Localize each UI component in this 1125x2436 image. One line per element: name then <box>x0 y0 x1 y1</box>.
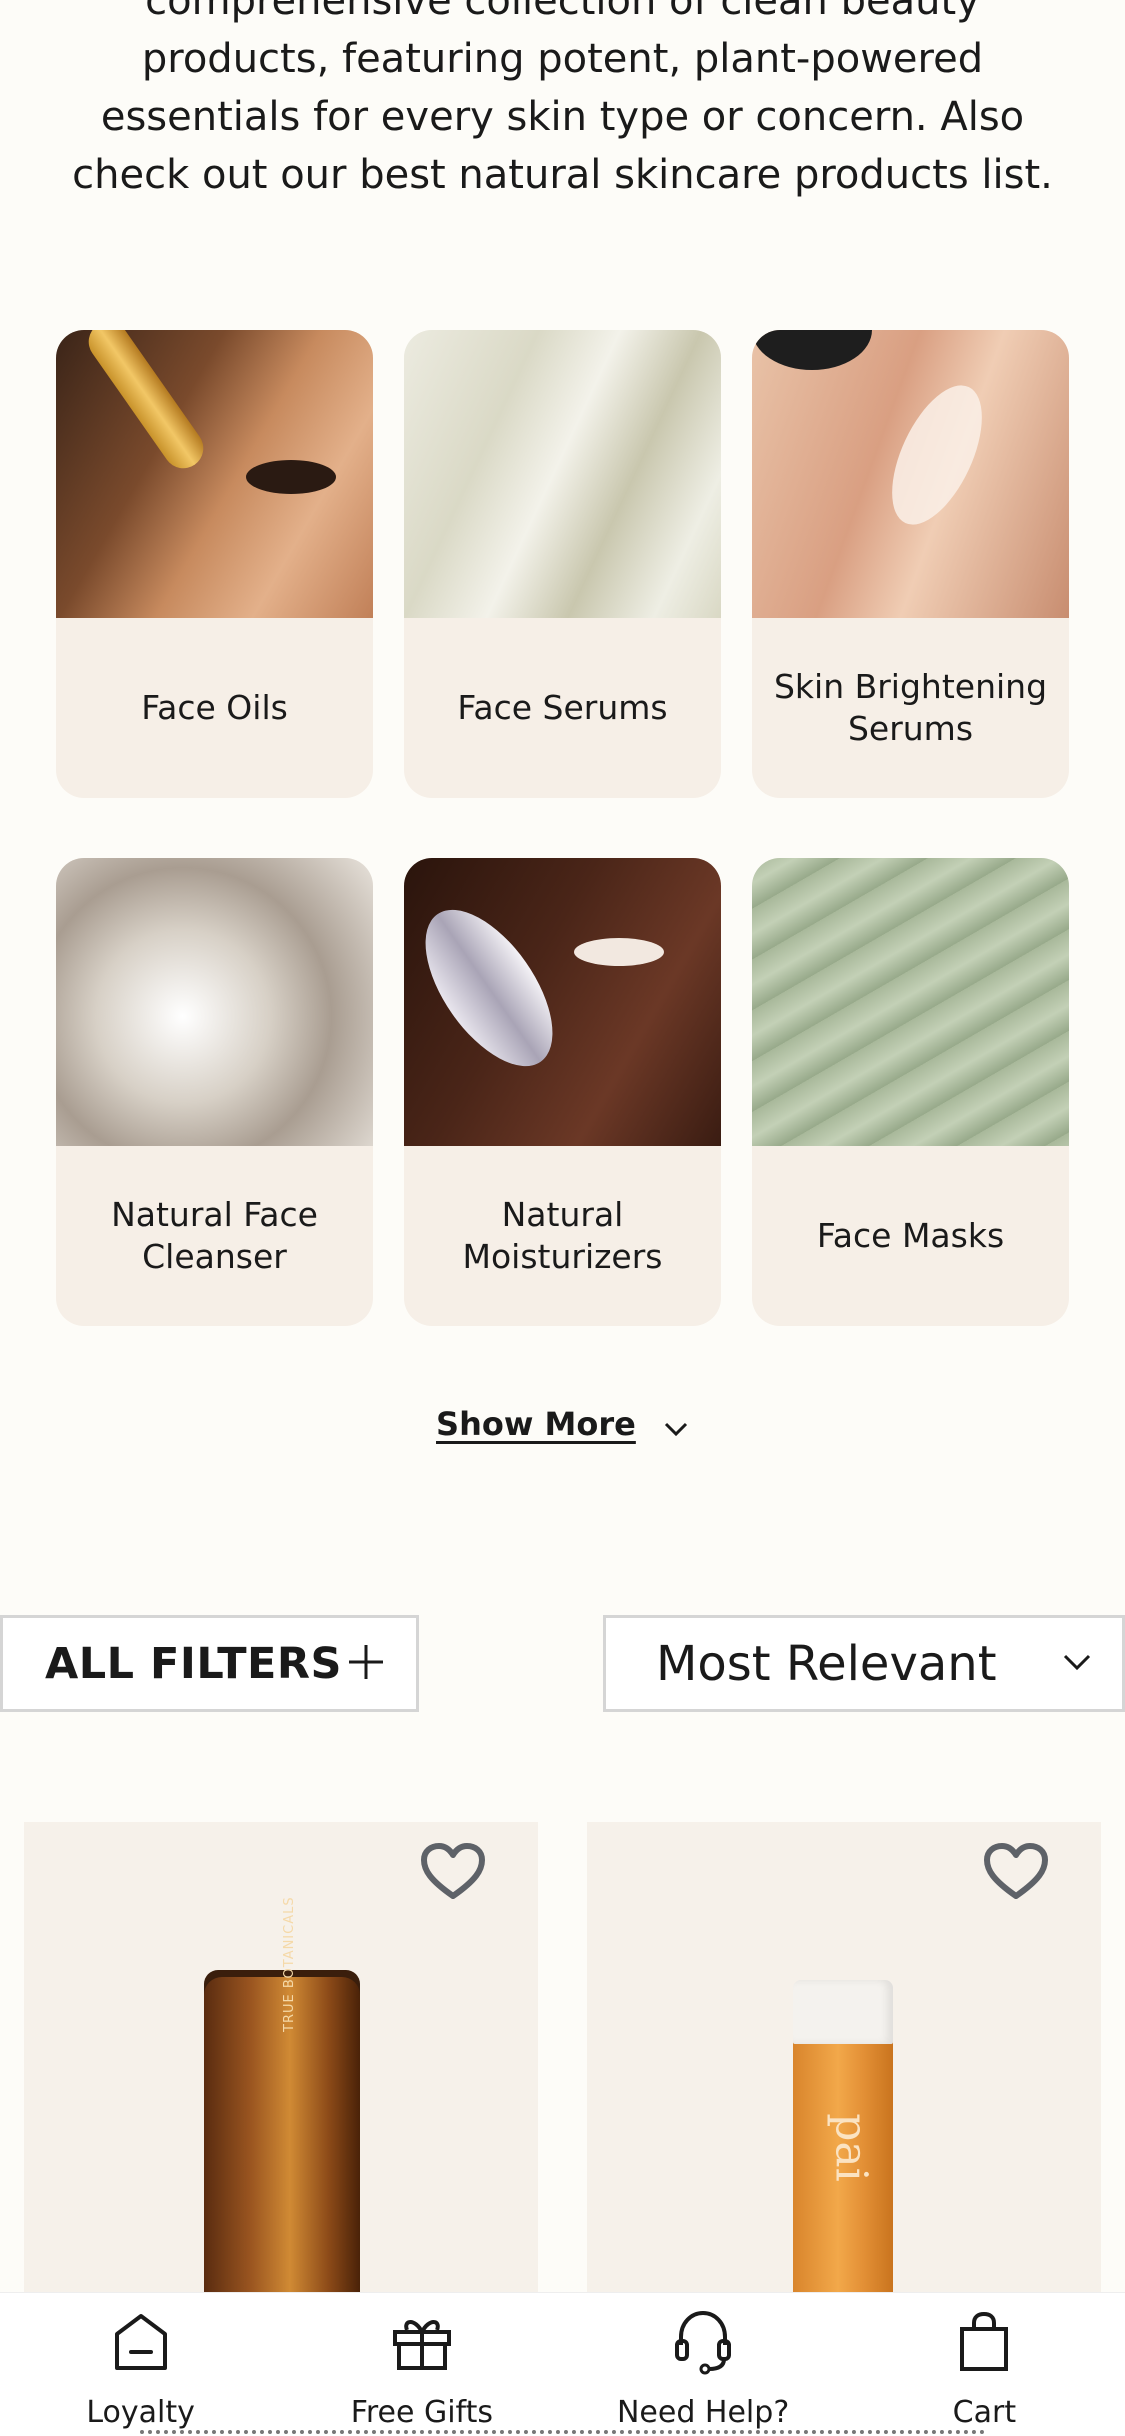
product-brand-text: TRUE BOTANICALS <box>282 1896 297 2032</box>
bottom-navigation: Loyalty Free Gifts Need Help? Cart <box>0 2292 1125 2436</box>
category-label: Natural Face Cleanser <box>111 1195 318 1276</box>
product-brand-text: pai <box>825 2113 877 2182</box>
category-grid: Face Oils Face Serums Skin Brightening S… <box>56 330 1070 1326</box>
category-label: Natural Moisturizers <box>462 1195 663 1276</box>
gift-icon <box>391 2307 453 2377</box>
moisturizer-swatch-image <box>404 858 721 1146</box>
face-oil-image <box>56 330 373 618</box>
all-filters-label: ALL FILTERS <box>45 1638 342 1689</box>
nav-need-help[interactable]: Need Help? <box>563 2293 844 2436</box>
bottle-cap <box>793 1980 893 2044</box>
heart-outline-icon[interactable] <box>983 1842 1049 1906</box>
category-card-natural-face-cleanser[interactable]: Natural Face Cleanser <box>56 858 373 1326</box>
category-card-natural-moisturizers[interactable]: Natural Moisturizers <box>404 858 721 1326</box>
show-more-label: Show More <box>436 1405 636 1443</box>
nav-label: Need Help? <box>616 2395 790 2430</box>
chevron-down-icon <box>1062 1653 1092 1675</box>
category-card-face-masks[interactable]: Face Masks <box>752 858 1069 1326</box>
nav-label: Free Gifts <box>350 2395 493 2430</box>
nav-cart[interactable]: Cart <box>844 2293 1125 2436</box>
show-more-button[interactable]: Show More <box>0 1405 1125 1445</box>
shopping-bag-icon <box>958 2307 1010 2377</box>
category-card-skin-brightening-serums[interactable]: Skin Brightening Serums <box>752 330 1069 798</box>
category-label: Skin Brightening Serums <box>773 667 1048 748</box>
product-card[interactable]: TRUE BOTANICALS <box>24 1822 538 2292</box>
headset-icon <box>673 2307 733 2377</box>
nav-label: Cart <box>952 2395 1017 2430</box>
category-card-face-serums[interactable]: Face Serums <box>404 330 721 798</box>
all-filters-button[interactable]: ALL FILTERS <box>0 1615 419 1712</box>
chevron-down-icon <box>663 1407 689 1445</box>
product-card[interactable]: pai <box>587 1822 1101 2292</box>
loyalty-icon <box>113 2307 169 2377</box>
woman-applying-cream-image <box>752 330 1069 618</box>
plus-icon <box>346 1642 386 1686</box>
clay-mask-image <box>752 858 1069 1146</box>
heart-outline-icon[interactable] <box>420 1842 486 1906</box>
nav-free-gifts[interactable]: Free Gifts <box>281 2293 562 2436</box>
category-label: Face Oils <box>141 688 288 727</box>
serum-texture-image <box>404 330 721 618</box>
sort-select[interactable]: Most Relevant <box>603 1615 1125 1712</box>
nav-label: Loyalty <box>86 2395 195 2430</box>
intro-text: comprehensive collection of clean beauty… <box>72 0 1053 198</box>
sort-selected-value: Most Relevant <box>656 1635 997 1692</box>
nav-loyalty[interactable]: Loyalty <box>0 2293 281 2436</box>
category-label: Face Serums <box>457 688 668 727</box>
bottom-divider <box>140 2430 985 2436</box>
category-label: Face Masks <box>816 1216 1005 1255</box>
category-card-face-oils[interactable]: Face Oils <box>56 330 373 798</box>
cleanser-foam-image <box>56 858 373 1146</box>
